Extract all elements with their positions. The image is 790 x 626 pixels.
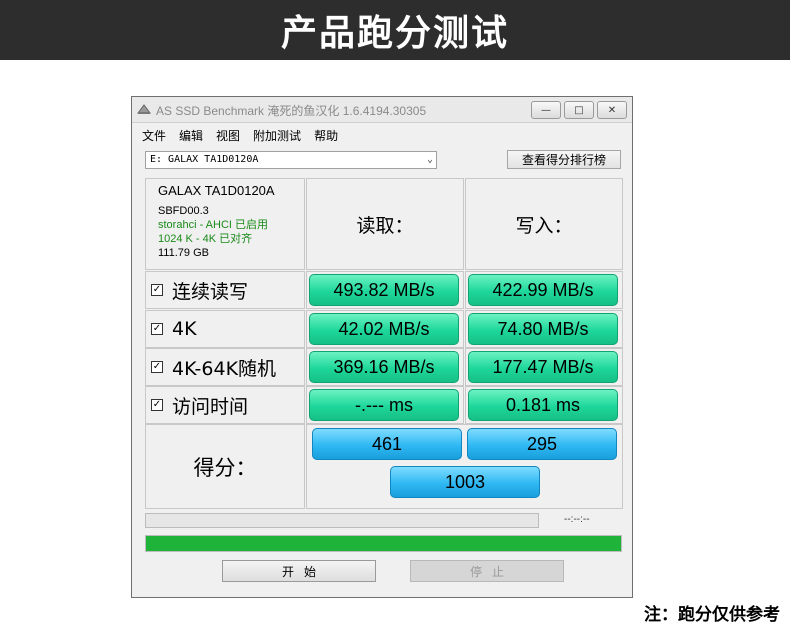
driver-status: storahci - AHCI 已启用: [158, 219, 269, 231]
stop-button[interactable]: 停止: [410, 560, 564, 582]
4k64-read-value: 369.16 MB/s: [309, 351, 459, 383]
banner-title: 产品跑分测试: [280, 12, 509, 54]
seq-read-value: 493.82 MB/s: [309, 274, 459, 306]
alignment-status: 1024 K - 4K 已对齐: [158, 233, 253, 245]
menu-extra-tests[interactable]: 附加测试: [253, 127, 301, 144]
4k-read-value: 42.02 MB/s: [309, 313, 459, 345]
write-header: 写入：: [465, 178, 623, 270]
4k64-write-cell: 177.47 MB/s: [465, 348, 623, 386]
drive-capacity: 111.79 GB: [158, 247, 209, 259]
menu-view[interactable]: 视图: [216, 127, 240, 144]
maximize-button[interactable]: □: [564, 101, 594, 119]
drive-model: GALAX TA1D0120A: [158, 183, 275, 198]
score-label-cell: 得分：: [145, 424, 305, 509]
checkbox-4k[interactable]: ✓: [151, 323, 163, 335]
title-bar[interactable]: AS SSD Benchmark 淹死的鱼汉化 1.6.4194.30305 —…: [132, 97, 632, 123]
access-write-cell: 0.181 ms: [465, 386, 623, 424]
write-header-label: 写入：: [515, 214, 573, 237]
row-seq-label[interactable]: ✓ 连续读写: [145, 271, 305, 309]
menu-edit[interactable]: 编辑: [179, 127, 203, 144]
drive-select-value: E: GALAX TA1D0120A: [150, 154, 259, 165]
maximize-icon: □: [574, 104, 584, 116]
seq-write-value: 422.99 MB/s: [468, 274, 618, 306]
test-progress-bar: [145, 513, 539, 528]
access-read-cell: -.--- ms: [306, 386, 464, 424]
drive-info-panel: GALAX TA1D0120A SBFD00.3 storahci - AHCI…: [145, 178, 305, 270]
row-seq-text: 连续读写: [172, 280, 249, 303]
seq-read-cell: 493.82 MB/s: [306, 271, 464, 309]
checkbox-access[interactable]: ✓: [151, 399, 163, 411]
score-label: 得分：: [193, 455, 257, 480]
start-button[interactable]: 开始: [222, 560, 376, 582]
4k64-read-cell: 369.16 MB/s: [306, 348, 464, 386]
app-window: AS SSD Benchmark 淹死的鱼汉化 1.6.4194.30305 —…: [131, 96, 633, 598]
4k-write-cell: 74.80 MB/s: [465, 310, 623, 348]
minimize-icon: —: [541, 104, 551, 116]
row-access-label[interactable]: ✓ 访问时间: [145, 386, 305, 424]
menu-help[interactable]: 帮助: [314, 127, 338, 144]
firmware-version: SBFD00.3: [158, 205, 209, 217]
close-button[interactable]: ✕: [597, 101, 627, 119]
access-write-value: 0.181 ms: [468, 389, 618, 421]
score-read-value: 461: [312, 428, 462, 460]
row-4k-label[interactable]: ✓ 4K: [145, 310, 305, 348]
score-total-value: 1003: [390, 466, 540, 498]
minimize-button[interactable]: —: [531, 101, 561, 119]
window-title: AS SSD Benchmark 淹死的鱼汉化 1.6.4194.30305: [156, 104, 427, 118]
row-4k64-text: 4K-64K随机: [172, 357, 277, 380]
ssd-app-icon: [137, 104, 151, 114]
drive-select[interactable]: E: GALAX TA1D0120A ⌄: [145, 151, 437, 169]
overall-progress-bar: [145, 535, 622, 552]
checkbox-4k64[interactable]: ✓: [151, 361, 163, 373]
access-read-value: -.--- ms: [309, 389, 459, 421]
4k-read-cell: 42.02 MB/s: [306, 310, 464, 348]
close-icon: ✕: [607, 104, 617, 116]
checkbox-seq[interactable]: ✓: [151, 284, 163, 296]
4k64-write-value: 177.47 MB/s: [468, 351, 618, 383]
score-area: 461 295 1003: [306, 424, 623, 509]
view-ranking-button[interactable]: 查看得分排行榜: [507, 150, 621, 169]
row-4k64-label[interactable]: ✓ 4K-64K随机: [145, 348, 305, 386]
footnote: 注：跑分仅供参考: [644, 605, 780, 625]
banner: 产品跑分测试: [0, 0, 790, 60]
results-grid: GALAX TA1D0120A SBFD00.3 storahci - AHCI…: [145, 178, 623, 509]
chevron-down-icon[interactable]: ⌄: [427, 152, 433, 168]
overall-progress-fill: [146, 536, 621, 551]
row-4k-text: 4K: [172, 318, 197, 340]
seq-write-cell: 422.99 MB/s: [465, 271, 623, 309]
menu-bar: 文件 编辑 视图 附加测试 帮助: [132, 124, 632, 146]
score-write-value: 295: [467, 428, 617, 460]
4k-write-value: 74.80 MB/s: [468, 313, 618, 345]
elapsed-time: --:--:--: [564, 514, 590, 525]
row-access-text: 访问时间: [172, 395, 249, 418]
read-header-label: 读取：: [356, 214, 414, 237]
menu-file[interactable]: 文件: [142, 127, 166, 144]
read-header: 读取：: [306, 178, 464, 270]
